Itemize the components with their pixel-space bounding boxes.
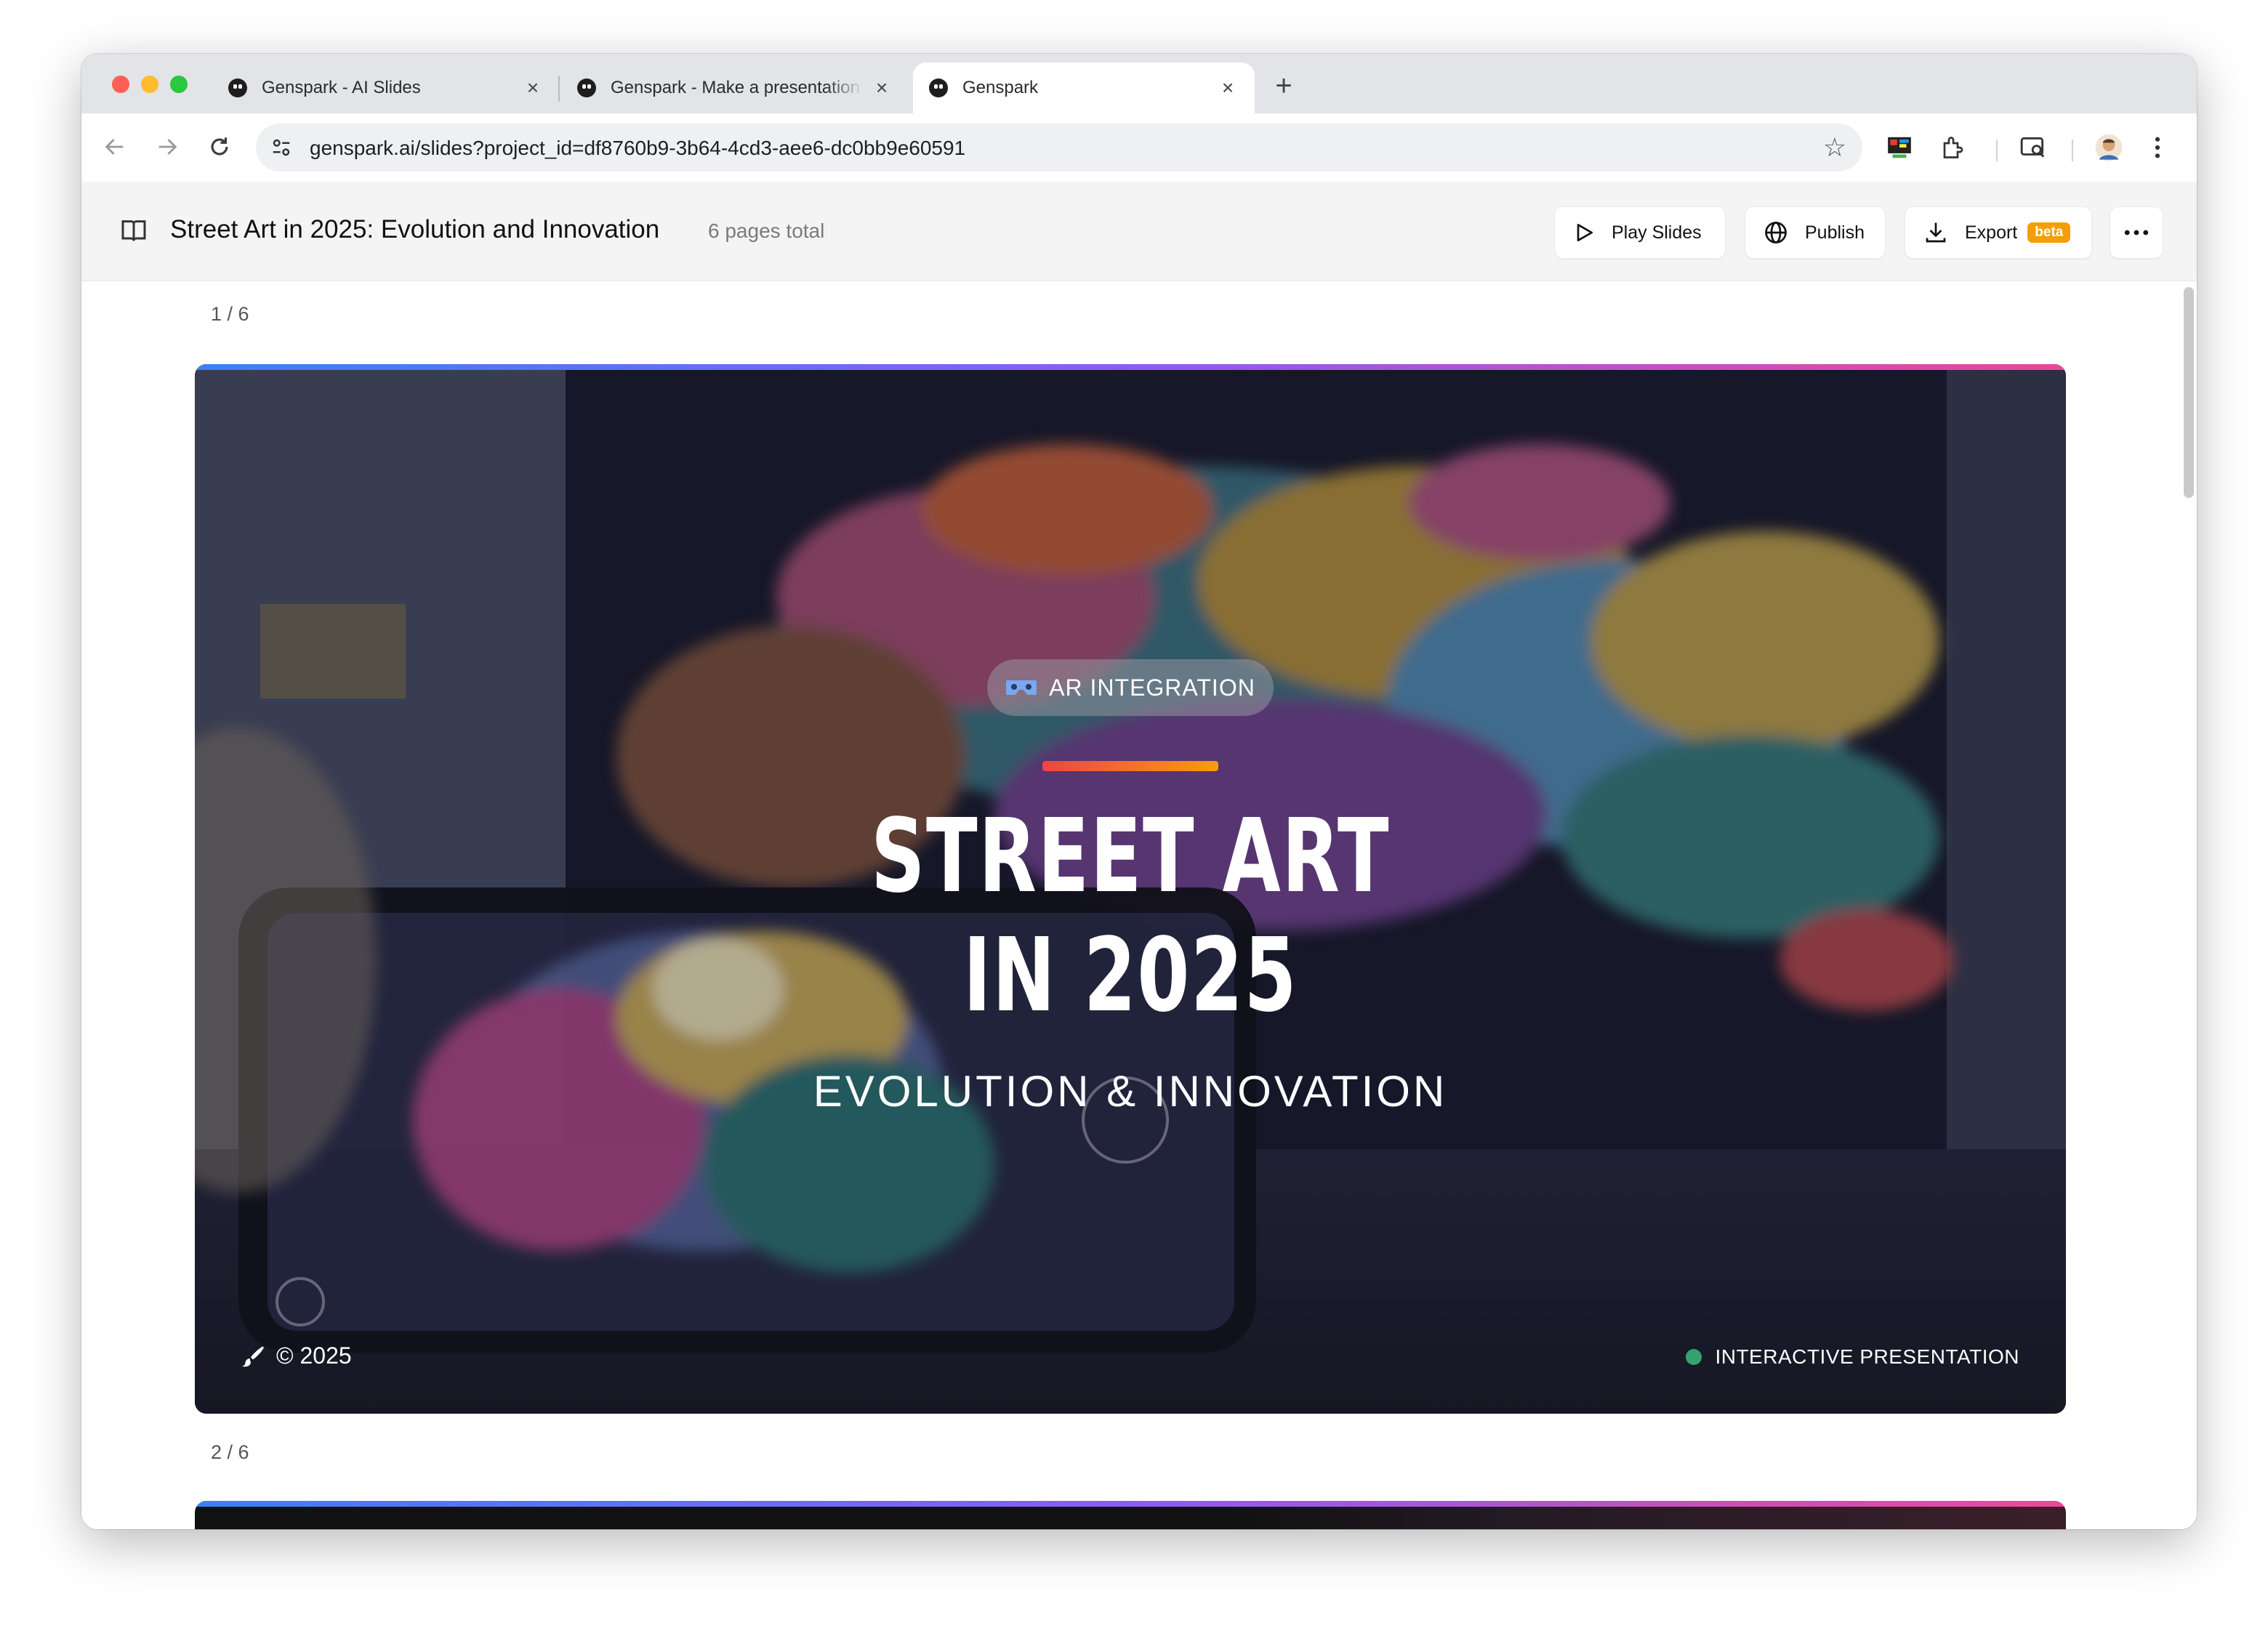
more-options-button[interactable]	[2110, 206, 2163, 259]
copyright-text: © 2025	[276, 1342, 352, 1369]
tab-separator	[558, 76, 560, 102]
tab-title: Genspark - AI Slides	[262, 78, 421, 97]
tab-strip: Genspark - AI Slides × Genspark - Make a…	[81, 54, 2197, 113]
globe-icon	[1765, 222, 1787, 243]
tab-close-icon[interactable]: ×	[1217, 76, 1239, 100]
close-window-button[interactable]	[112, 76, 129, 93]
interactive-presentation-label: INTERACTIVE PRESENTATION	[1715, 1345, 2019, 1368]
kebab-menu-icon[interactable]	[2143, 131, 2172, 164]
download-icon	[1926, 222, 1946, 243]
slide-top-gradient-bar	[195, 1501, 2066, 1507]
maximize-window-button[interactable]	[170, 76, 188, 93]
browser-tab[interactable]: Genspark - Make a presentation ×	[561, 63, 909, 113]
title-accent-bar	[1042, 761, 1218, 771]
back-arrow-icon[interactable]	[94, 126, 135, 167]
play-slides-button[interactable]: Play Slides	[1554, 206, 1726, 259]
vr-headset-icon	[1006, 680, 1037, 695]
ar-integration-pill: AR INTEGRATION	[987, 659, 1274, 716]
minimize-window-button[interactable]	[141, 76, 158, 93]
status-dot	[1686, 1349, 1702, 1365]
slide-page-label: 1 / 6	[211, 303, 249, 325]
reload-icon[interactable]	[199, 126, 240, 167]
url-text: genspark.ai/slides?project_id=df8760b9-3…	[310, 137, 966, 159]
beta-badge: beta	[2027, 222, 2071, 243]
tab-search-icon[interactable]	[2014, 131, 2053, 164]
slide-footer-left: © 2025	[240, 1342, 352, 1369]
slides-header: Street Art in 2025: Evolution and Innova…	[81, 182, 2197, 281]
browser-tab-active[interactable]: Genspark ×	[913, 63, 1255, 113]
export-label: Export	[1965, 222, 2018, 243]
publish-button[interactable]: Publish	[1745, 206, 1886, 259]
slide-2[interactable]	[195, 1501, 2066, 1529]
extension-icon[interactable]	[1880, 131, 1919, 164]
tab-title: Genspark - Make a presentation	[611, 78, 860, 97]
paintbrush-icon	[242, 1346, 264, 1366]
more-icon	[2124, 230, 2149, 235]
slide-footer-right: INTERACTIVE PRESENTATION	[1686, 1345, 2019, 1369]
slide-page-label: 2 / 6	[211, 1441, 249, 1463]
puzzle-icon[interactable]	[1934, 131, 1973, 164]
export-button[interactable]: Export beta	[1905, 206, 2092, 259]
profile-avatar[interactable]	[2089, 131, 2128, 164]
tab-title: Genspark	[962, 78, 1039, 97]
play-slides-label: Play Slides	[1612, 222, 1702, 243]
browser-window: Genspark - AI Slides × Genspark - Make a…	[81, 54, 2197, 1529]
toolbar-separator	[1996, 140, 1998, 161]
slide-top-gradient-bar	[195, 364, 2066, 370]
tab-close-icon[interactable]: ×	[522, 76, 544, 100]
headline-line-1: STREET ART	[870, 797, 1391, 916]
forward-arrow-icon[interactable]	[147, 126, 188, 167]
page-title: Street Art in 2025: Evolution and Innova…	[170, 215, 660, 243]
book-icon[interactable]	[119, 217, 148, 246]
new-tab-button[interactable]: +	[1266, 68, 1301, 103]
genspark-favicon-icon	[929, 78, 948, 97]
genspark-favicon-icon	[228, 78, 247, 97]
pages-total-count: 6 pages total	[708, 220, 825, 242]
star-icon[interactable]: ☆	[1823, 132, 1846, 163]
tab-close-icon[interactable]: ×	[871, 76, 893, 100]
slide-subtitle: EVOLUTION & INNOVATION	[813, 1067, 1448, 1116]
slide-1[interactable]: AR INTEGRATION STREET ART IN 2025 EVOLUT…	[195, 364, 2066, 1414]
toolbar-separator	[2072, 140, 2073, 161]
address-bar[interactable]: genspark.ai/slides?project_id=df8760b9-3…	[256, 124, 1862, 172]
publish-label: Publish	[1805, 222, 1865, 243]
slides-scroll-area[interactable]: 1 / 6 AR INTEGRATION STREET ART IN 2025 …	[81, 281, 2197, 1529]
browser-tab[interactable]: Genspark - AI Slides ×	[212, 63, 560, 113]
ar-integration-label: AR INTEGRATION	[1049, 674, 1255, 701]
scrollbar-thumb[interactable]	[2184, 287, 2194, 498]
headline-line-2: IN 2025	[962, 917, 1298, 1035]
site-settings-icon[interactable]	[266, 132, 297, 163]
play-icon	[1577, 224, 1593, 241]
slide-headline: STREET ART IN 2025	[438, 797, 1823, 1036]
genspark-favicon-icon	[577, 78, 596, 97]
browser-toolbar: genspark.ai/slides?project_id=df8760b9-3…	[81, 113, 2197, 182]
